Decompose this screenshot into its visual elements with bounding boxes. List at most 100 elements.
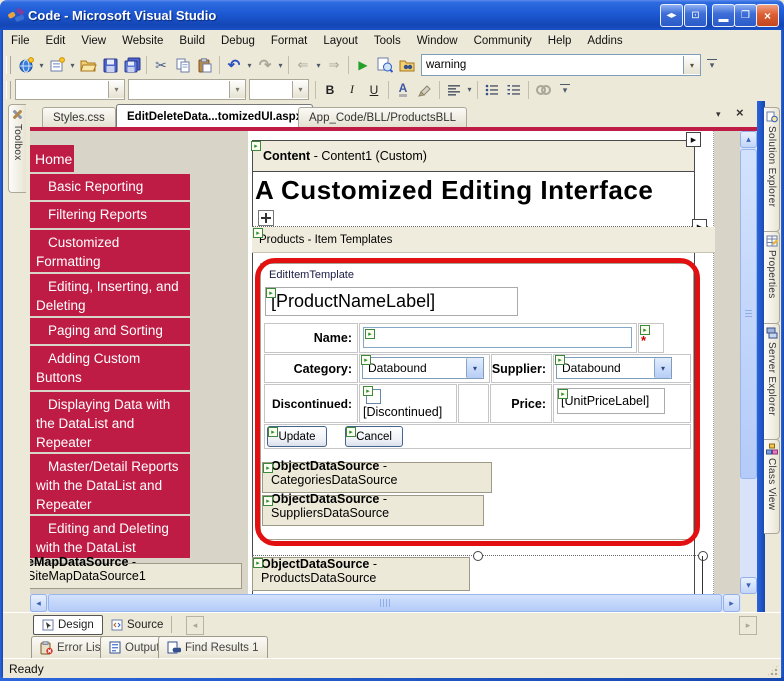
font-size-combo[interactable] [249,79,309,100]
new-website-dropdown[interactable] [37,55,46,76]
titlebar-undock-button[interactable]: ⊡ [684,4,707,27]
nav-item-customized-formatting[interactable]: Customized Formatting [30,230,190,272]
menu-community[interactable]: Community [466,32,540,50]
class-view-tab[interactable]: Class View [764,439,780,534]
cut-button[interactable] [150,55,172,76]
nav-item-master-detail[interactable]: Master/Detail Reports with the DataList … [30,454,190,514]
navigate-backward-dropdown[interactable] [314,55,323,76]
selection-handle[interactable] [698,551,708,561]
font-color-button[interactable] [392,79,414,100]
nav-item-editing-deleting-datalist[interactable]: Editing and Deleting with the DataList [30,516,190,558]
vertical-scroll-thumb[interactable] [740,149,757,479]
scroll-left-button[interactable]: ◂ [30,594,47,612]
redo-button[interactable] [254,55,276,76]
move-handle-icon[interactable] [258,210,274,226]
underline-button[interactable] [363,79,385,100]
navigate-forward-button[interactable] [323,55,345,76]
undo-button[interactable] [223,55,245,76]
nav-item-displaying-data[interactable]: Displaying Data with the DataList and Re… [30,392,190,452]
minimize-button[interactable]: ▬ [712,4,735,27]
menu-window[interactable]: Window [409,32,466,50]
view-in-browser-button[interactable] [374,55,396,76]
bullet-list-button[interactable] [481,79,503,100]
products-datasource-control[interactable]: ObjectDataSource - ProductsDataSource [252,557,470,591]
menu-format[interactable]: Format [263,32,315,50]
menu-edit[interactable]: Edit [38,32,74,50]
toolbar-options-chevron[interactable] [705,59,719,71]
hyperlink-button[interactable] [532,79,554,100]
category-dropdown[interactable]: Databound [362,357,484,379]
block-format-combo[interactable] [15,79,125,100]
source-view-tab[interactable]: Source [103,615,171,635]
open-file-button[interactable] [77,55,99,76]
nav-item-filtering-reports[interactable]: Filtering Reports [30,202,190,228]
design-view-tab[interactable]: Design [33,615,103,635]
copy-button[interactable] [172,55,194,76]
nav-item-paging-sorting[interactable]: Paging and Sorting [30,318,190,344]
viewbar-scroll-right-button[interactable]: ▸ [739,616,757,635]
paste-button[interactable] [194,55,216,76]
menu-addins[interactable]: Addins [579,32,630,50]
maximize-button[interactable]: ❒ [734,4,757,27]
align-dropdown[interactable] [465,79,474,100]
viewbar-scroll-left-button[interactable]: ◂ [186,616,204,635]
menu-help[interactable]: Help [540,32,580,50]
menu-website[interactable]: Website [114,32,171,50]
numbered-list-button[interactable] [503,79,525,100]
save-all-button[interactable] [121,55,143,76]
navigate-backward-button[interactable] [292,55,314,76]
tab-close-icon[interactable]: × [736,105,744,120]
align-button[interactable] [443,79,465,100]
scroll-right-button[interactable]: ▸ [723,594,740,612]
tab-app-code-productsbll[interactable]: App_Code/BLL/ProductsBLL [298,107,467,128]
scroll-up-button[interactable]: ▴ [740,131,757,148]
find-in-files-button[interactable] [396,55,418,76]
toolbar-options-chevron[interactable] [558,84,572,96]
resize-grip[interactable] [766,664,779,677]
productname-label-box[interactable]: [ProductNameLabel] [265,287,518,316]
name-textbox[interactable] [363,327,632,348]
undo-dropdown[interactable] [245,55,254,76]
solution-explorer-tab[interactable]: Solution Explorer [764,107,780,232]
tab-list-dropdown-icon[interactable]: ▾ [716,109,721,120]
toolbar-grip[interactable] [6,81,11,99]
highlight-button[interactable] [414,79,436,100]
tab-editdeletedatalist-aspx[interactable]: EditDeleteData...tomizedUI.aspx [116,104,313,128]
horizontal-scrollbar[interactable]: ◂ ▸ [30,594,741,612]
server-explorer-tab[interactable]: Server Explorer [764,323,780,440]
menu-file[interactable]: File [3,32,38,50]
supplier-dropdown[interactable]: Databound [556,357,672,379]
suppliers-datasource-control[interactable]: ObjectDataSource - SuppliersDataSource [262,495,484,526]
content-smart-tag[interactable] [686,132,701,147]
save-button[interactable] [99,55,121,76]
font-name-combo[interactable] [128,79,246,100]
italic-button[interactable] [341,79,363,100]
horizontal-scroll-thumb[interactable] [48,594,722,612]
new-website-button[interactable] [15,55,37,76]
toolbar-grip[interactable] [6,56,11,74]
titlebar-pane-button[interactable]: ◂▸ [660,4,683,27]
menu-build[interactable]: Build [171,32,213,50]
menu-tools[interactable]: Tools [366,32,409,50]
nav-home-tab[interactable]: Home [30,145,74,172]
sitemapdatasource-control[interactable]: eMapDataSource - SiteMapDataSource1 [30,563,242,589]
tab-styles-css[interactable]: Styles.css [42,107,116,128]
menu-layout[interactable]: Layout [315,32,366,50]
find-combo-dropdown[interactable]: ▾ [683,56,700,74]
menu-view[interactable]: View [73,32,114,50]
bold-button[interactable] [319,79,341,100]
nav-item-editing-inserting-deleting[interactable]: Editing, Inserting, and Deleting [30,274,190,316]
redo-dropdown[interactable] [276,55,285,76]
nav-item-adding-custom-buttons[interactable]: Adding Custom Buttons [30,346,190,390]
menu-debug[interactable]: Debug [213,32,263,50]
products-header[interactable]: Products - Item Templates [252,227,715,253]
categories-datasource-control[interactable]: ObjectDataSource - CategoriesDataSource [262,462,492,493]
close-button[interactable]: × [756,4,779,27]
find-input[interactable] [422,59,683,71]
start-debug-button[interactable] [352,55,374,76]
add-new-item-dropdown[interactable] [68,55,77,76]
find-results-tab[interactable]: Find Results 1 [158,636,268,658]
vertical-scrollbar[interactable]: ▴ ▾ [740,131,757,594]
nav-item-basic-reporting[interactable]: Basic Reporting [30,174,190,200]
scroll-down-button[interactable]: ▾ [740,577,757,594]
